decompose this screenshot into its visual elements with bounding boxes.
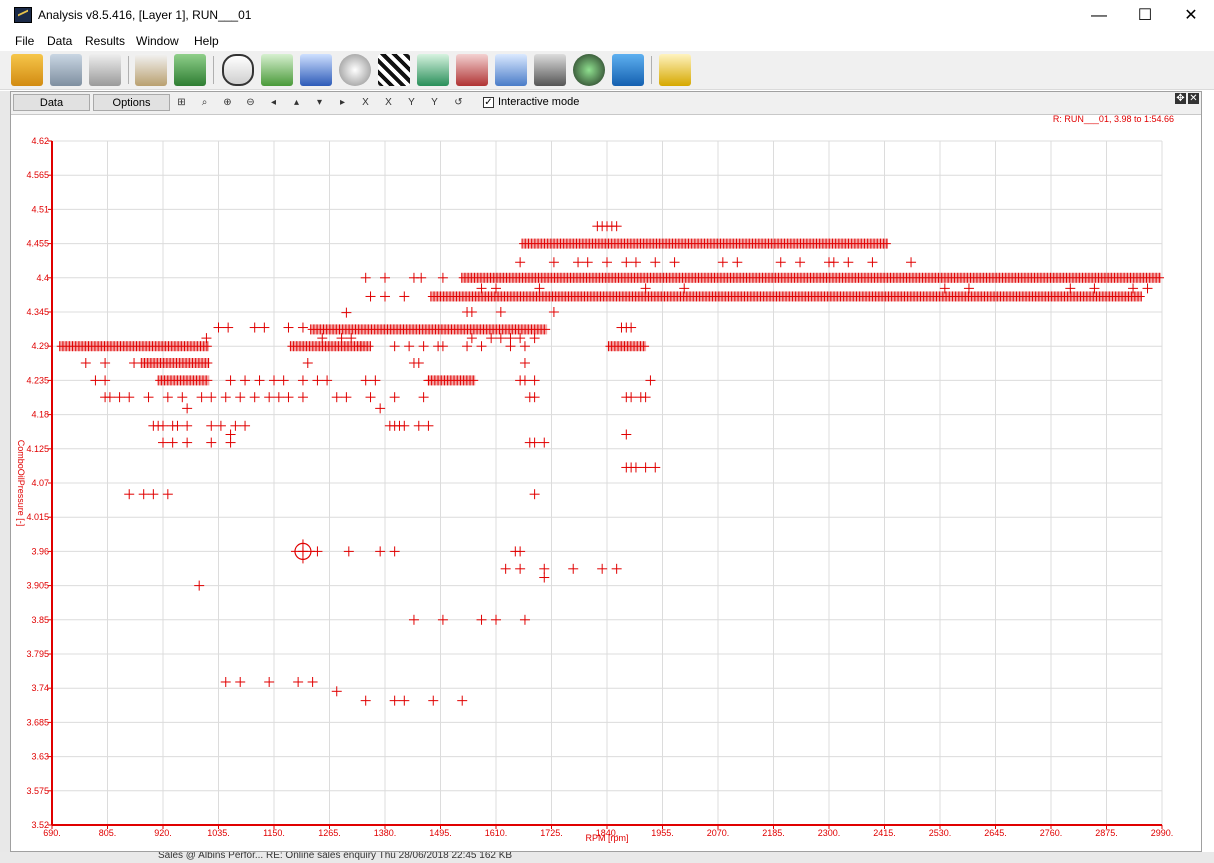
run-annotation: R: RUN___01, 3.98 to 1:54.66: [1053, 114, 1174, 124]
y-tick-label: 4.29: [31, 341, 49, 351]
x-tick-label: 1380.: [374, 828, 397, 838]
x-tick-label: 1725.: [540, 828, 563, 838]
x-tick-label: 1035.: [207, 828, 230, 838]
y-tick-label: 4.015: [26, 512, 49, 522]
y-tick-label: 4.62: [31, 136, 49, 146]
x-tick-label: 2530.: [929, 828, 952, 838]
y-tick-label: 3.74: [31, 683, 49, 693]
x-tick-label: 2760.: [1040, 828, 1063, 838]
x-tick-label: 2070.: [707, 828, 730, 838]
y-tick-label: 3.795: [26, 649, 49, 659]
y-axis-label: ComboOilPressure [-]: [16, 440, 26, 527]
x-tick-label: 2185.: [762, 828, 785, 838]
y-tick-label: 3.63: [31, 752, 49, 762]
y-tick-label: 3.575: [26, 786, 49, 796]
x-tick-label: 1265.: [318, 828, 341, 838]
x-tick-label: 1150.: [263, 828, 285, 838]
x-tick-label: 2875.: [1095, 828, 1118, 838]
x-tick-label: 805.: [99, 828, 117, 838]
y-tick-label: 4.235: [26, 375, 49, 385]
y-tick-label: 3.52: [31, 820, 49, 830]
y-tick-label: 4.4: [36, 273, 49, 283]
x-axis-label: RPM [rpm]: [585, 833, 628, 843]
y-tick-label: 3.905: [26, 581, 49, 591]
x-tick-label: 1955.: [651, 828, 674, 838]
y-tick-label: 4.455: [26, 239, 49, 249]
x-tick-label: 920.: [154, 828, 172, 838]
scatter-chart[interactable]: 690. 805. 920. 1035. 1150. 1265. 1380. 1495. 161…: [0, 0, 1214, 863]
x-tick-label: 2300.: [818, 828, 841, 838]
taskbar-strip: Sales @ Albins Perfor... RE: Online sale…: [0, 852, 1214, 863]
x-tick-label: 1495.: [429, 828, 452, 838]
y-tick-label: 4.07: [31, 478, 49, 488]
y-tick-label: 3.685: [26, 717, 49, 727]
x-tick-label: 1610.: [485, 828, 508, 838]
y-tick-label: 3.96: [31, 546, 49, 556]
y-tick-label: 4.565: [26, 170, 49, 180]
y-tick-label: 4.125: [26, 444, 49, 454]
x-tick-label: 2645.: [984, 828, 1007, 838]
y-tick-label: 4.345: [26, 307, 49, 317]
y-tick-label: 3.85: [31, 615, 49, 625]
x-tick-label: 2415.: [873, 828, 896, 838]
x-tick-label: 2990.: [1151, 828, 1174, 838]
taskbar-text: Sales @ Albins Perfor... RE: Online sale…: [158, 852, 513, 861]
y-tick-label: 4.18: [31, 410, 49, 420]
y-tick-label: 4.51: [31, 204, 49, 214]
